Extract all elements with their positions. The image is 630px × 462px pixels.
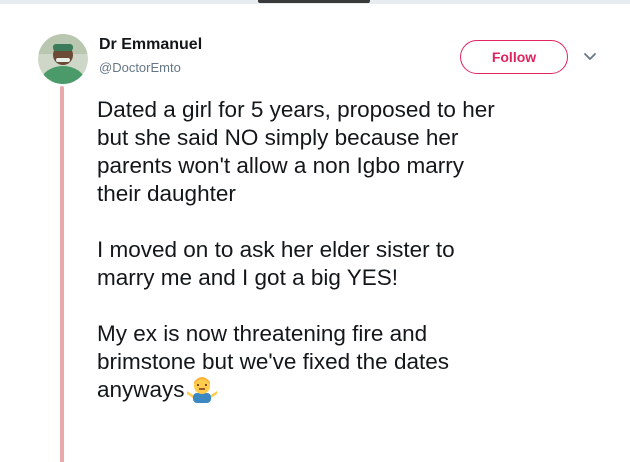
avatar[interactable] [38, 34, 88, 84]
tweet-paragraph-text: My ex is now threatening fire and brimst… [97, 321, 449, 402]
chevron-down-icon[interactable] [581, 50, 599, 64]
tweet-paragraph: My ex is now threatening fire and brimst… [97, 320, 617, 404]
tweet-paragraph: Dated a girl for 5 years, proposed to he… [97, 97, 495, 206]
thread-connector-line [60, 86, 64, 462]
top-edge [0, 0, 630, 4]
display-name[interactable]: Dr Emmanuel [99, 36, 202, 54]
follow-button[interactable]: Follow [460, 40, 568, 74]
top-edge-dark-strip [258, 0, 370, 3]
user-handle[interactable]: @DoctorEmto [99, 60, 181, 75]
tweet-paragraph: I moved on to ask her elder sister to ma… [97, 237, 455, 290]
man-shrugging-icon [186, 376, 217, 403]
tweet-body: Dated a girl for 5 years, proposed to he… [97, 96, 617, 404]
